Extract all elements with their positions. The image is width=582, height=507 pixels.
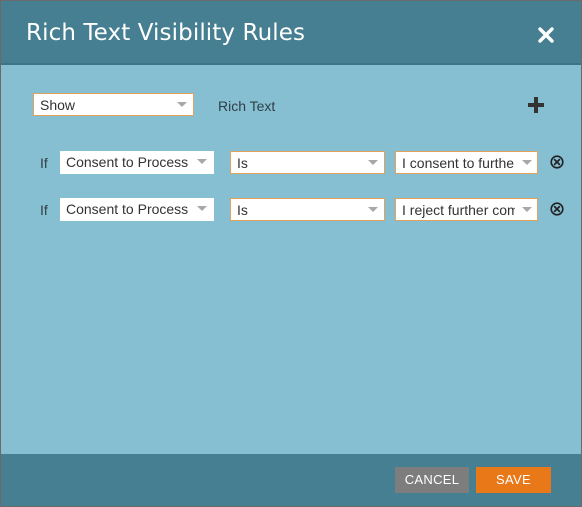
dialog-header: Rich Text Visibility Rules bbox=[1, 1, 581, 65]
rule-if-label: If bbox=[40, 202, 48, 218]
chevron-down-icon bbox=[368, 207, 378, 212]
dialog-footer: CANCEL SAVE bbox=[1, 454, 581, 506]
chevron-down-icon bbox=[177, 102, 187, 107]
rule-field-select[interactable]: Consent to Processing bbox=[60, 198, 214, 221]
save-button[interactable]: SAVE bbox=[476, 467, 551, 493]
chevron-down-icon bbox=[197, 206, 207, 211]
rule-field-value: Consent to Processing bbox=[66, 201, 188, 217]
rule-operator-value: Is bbox=[237, 202, 248, 218]
close-icon[interactable] bbox=[535, 24, 557, 46]
dialog-title: Rich Text Visibility Rules bbox=[26, 20, 306, 46]
visibility-rules-dialog: Rich Text Visibility Rules Show Rich Tex… bbox=[0, 0, 582, 507]
rule-value-value: I reject further communication bbox=[402, 202, 515, 218]
rich-text-label: Rich Text bbox=[218, 98, 276, 114]
rule-value-value: I consent to further processing bbox=[402, 155, 515, 171]
rule-operator-value: Is bbox=[237, 155, 248, 171]
cancel-button[interactable]: CANCEL bbox=[395, 467, 469, 493]
plus-icon[interactable] bbox=[528, 97, 544, 113]
rule-operator-select[interactable]: Is bbox=[230, 198, 385, 221]
rule-field-value: Consent to Processing bbox=[66, 154, 188, 170]
chevron-down-icon bbox=[197, 159, 207, 164]
remove-rule-icon[interactable] bbox=[550, 154, 564, 169]
chevron-down-icon bbox=[522, 160, 532, 165]
rule-value-select[interactable]: I reject further communication bbox=[395, 198, 538, 221]
chevron-down-icon bbox=[368, 160, 378, 165]
rule-operator-select[interactable]: Is bbox=[230, 151, 385, 174]
rule-value-select[interactable]: I consent to further processing bbox=[395, 151, 538, 174]
rule-field-select[interactable]: Consent to Processing bbox=[60, 151, 214, 174]
chevron-down-icon bbox=[522, 207, 532, 212]
show-hide-select[interactable]: Show bbox=[33, 93, 194, 116]
rule-if-label: If bbox=[40, 155, 48, 171]
show-hide-select-value: Show bbox=[40, 97, 76, 113]
remove-rule-icon[interactable] bbox=[550, 201, 564, 216]
